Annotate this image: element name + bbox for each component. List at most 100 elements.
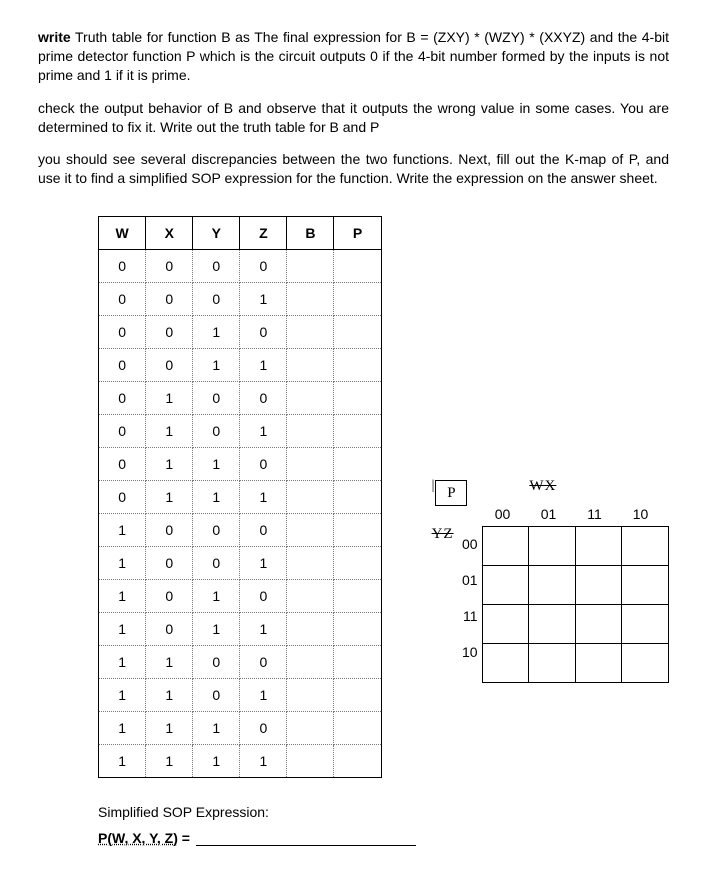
truth-header: P — [334, 217, 381, 250]
truth-cell: 1 — [146, 415, 193, 448]
truth-cell — [334, 547, 381, 580]
truth-cell — [334, 514, 381, 547]
kmap-grid — [482, 526, 669, 683]
truth-cell: 0 — [99, 415, 146, 448]
truth-cell — [334, 316, 381, 349]
truth-cell — [287, 679, 334, 712]
truth-cell: 0 — [99, 448, 146, 481]
truth-cell: 0 — [240, 580, 287, 613]
truth-cell: 1 — [99, 547, 146, 580]
truth-cell — [287, 382, 334, 415]
truth-cell — [287, 250, 334, 283]
truth-table-container: W X Y Z B P 0000000100100011010001010110… — [98, 216, 382, 778]
truth-cell — [287, 580, 334, 613]
truth-cell — [334, 679, 381, 712]
truth-cell: 0 — [146, 580, 193, 613]
truth-header: W — [99, 217, 146, 250]
sop-function: P(W, X, Y, Z) — [98, 830, 178, 846]
kmap-row — [482, 566, 668, 605]
kmap-cell — [529, 566, 576, 605]
table-row: 1011 — [99, 613, 382, 646]
truth-cell: 1 — [146, 679, 193, 712]
table-row: 0000 — [99, 250, 382, 283]
kmap-cell — [622, 566, 669, 605]
table-row: 0011 — [99, 349, 382, 382]
table-row: 0101 — [99, 415, 382, 448]
kmap-row-labels: 00 01 11 10 — [454, 526, 482, 683]
truth-cell: 0 — [193, 250, 240, 283]
truth-cell — [334, 646, 381, 679]
truth-header-row: W X Y Z B P — [99, 217, 382, 250]
truth-cell: 0 — [240, 250, 287, 283]
kmap-top-axis: WX — [529, 478, 556, 495]
sop-blank-line — [196, 845, 416, 846]
kmap-left-axis: YZ — [432, 526, 454, 683]
kmap-cell — [575, 644, 622, 683]
truth-cell — [287, 481, 334, 514]
truth-cell: 0 — [99, 481, 146, 514]
truth-cell: 0 — [193, 283, 240, 316]
kmap-row-label: 11 — [454, 598, 482, 634]
truth-cell — [287, 283, 334, 316]
kmap-cell — [622, 605, 669, 644]
kmap-cell — [482, 644, 529, 683]
truth-cell: 0 — [240, 448, 287, 481]
kmap-row-label: 10 — [454, 634, 482, 670]
truth-cell — [287, 448, 334, 481]
table-row: 1110 — [99, 712, 382, 745]
truth-cell: 1 — [240, 547, 287, 580]
truth-cell: 1 — [240, 613, 287, 646]
kmap-cell — [529, 644, 576, 683]
truth-cell — [334, 448, 381, 481]
truth-cell: 0 — [193, 646, 240, 679]
table-row: 1010 — [99, 580, 382, 613]
truth-cell: 0 — [240, 646, 287, 679]
paragraph-1-body: Truth table for function B as The final … — [38, 29, 669, 83]
truth-cell: 1 — [146, 712, 193, 745]
table-row: 0111 — [99, 481, 382, 514]
kmap-row-label: 00 — [454, 526, 482, 562]
truth-cell — [334, 382, 381, 415]
truth-cell — [287, 613, 334, 646]
table-row: 0110 — [99, 448, 382, 481]
truth-cell — [287, 547, 334, 580]
kmap-cell — [575, 527, 622, 566]
truth-cell: 1 — [240, 745, 287, 778]
truth-cell: 0 — [193, 382, 240, 415]
truth-cell — [287, 316, 334, 349]
truth-cell: 1 — [146, 448, 193, 481]
truth-cell: 1 — [99, 613, 146, 646]
truth-cell: 1 — [240, 349, 287, 382]
truth-cell: 1 — [193, 712, 240, 745]
truth-cell: 1 — [193, 316, 240, 349]
truth-cell — [334, 580, 381, 613]
truth-cell: 0 — [99, 283, 146, 316]
truth-cell — [334, 283, 381, 316]
truth-cell: 1 — [240, 283, 287, 316]
truth-cell: 0 — [193, 415, 240, 448]
paragraph-3: you should see several discrepancies bet… — [38, 150, 669, 188]
write-prefix: write — [38, 29, 71, 45]
paragraph-2: check the output behavior of B and obser… — [38, 99, 669, 137]
truth-cell: 0 — [193, 514, 240, 547]
kmap-row-label: 01 — [454, 562, 482, 598]
truth-cell: 0 — [240, 712, 287, 745]
truth-cell: 1 — [240, 481, 287, 514]
truth-cell: 0 — [146, 547, 193, 580]
kmap-title: P — [435, 480, 467, 506]
kmap-cell — [575, 566, 622, 605]
table-row: 0100 — [99, 382, 382, 415]
truth-cell — [287, 712, 334, 745]
table-row: 0010 — [99, 316, 382, 349]
truth-cell — [287, 514, 334, 547]
table-row: 1101 — [99, 679, 382, 712]
paragraph-1: write Truth table for function B as The … — [38, 28, 669, 85]
truth-cell: 0 — [146, 349, 193, 382]
truth-cell: 1 — [193, 448, 240, 481]
truth-cell: 1 — [99, 679, 146, 712]
truth-cell: 1 — [146, 481, 193, 514]
truth-cell: 1 — [99, 745, 146, 778]
truth-cell: 1 — [99, 712, 146, 745]
truth-cell: 0 — [240, 514, 287, 547]
table-row: 1100 — [99, 646, 382, 679]
